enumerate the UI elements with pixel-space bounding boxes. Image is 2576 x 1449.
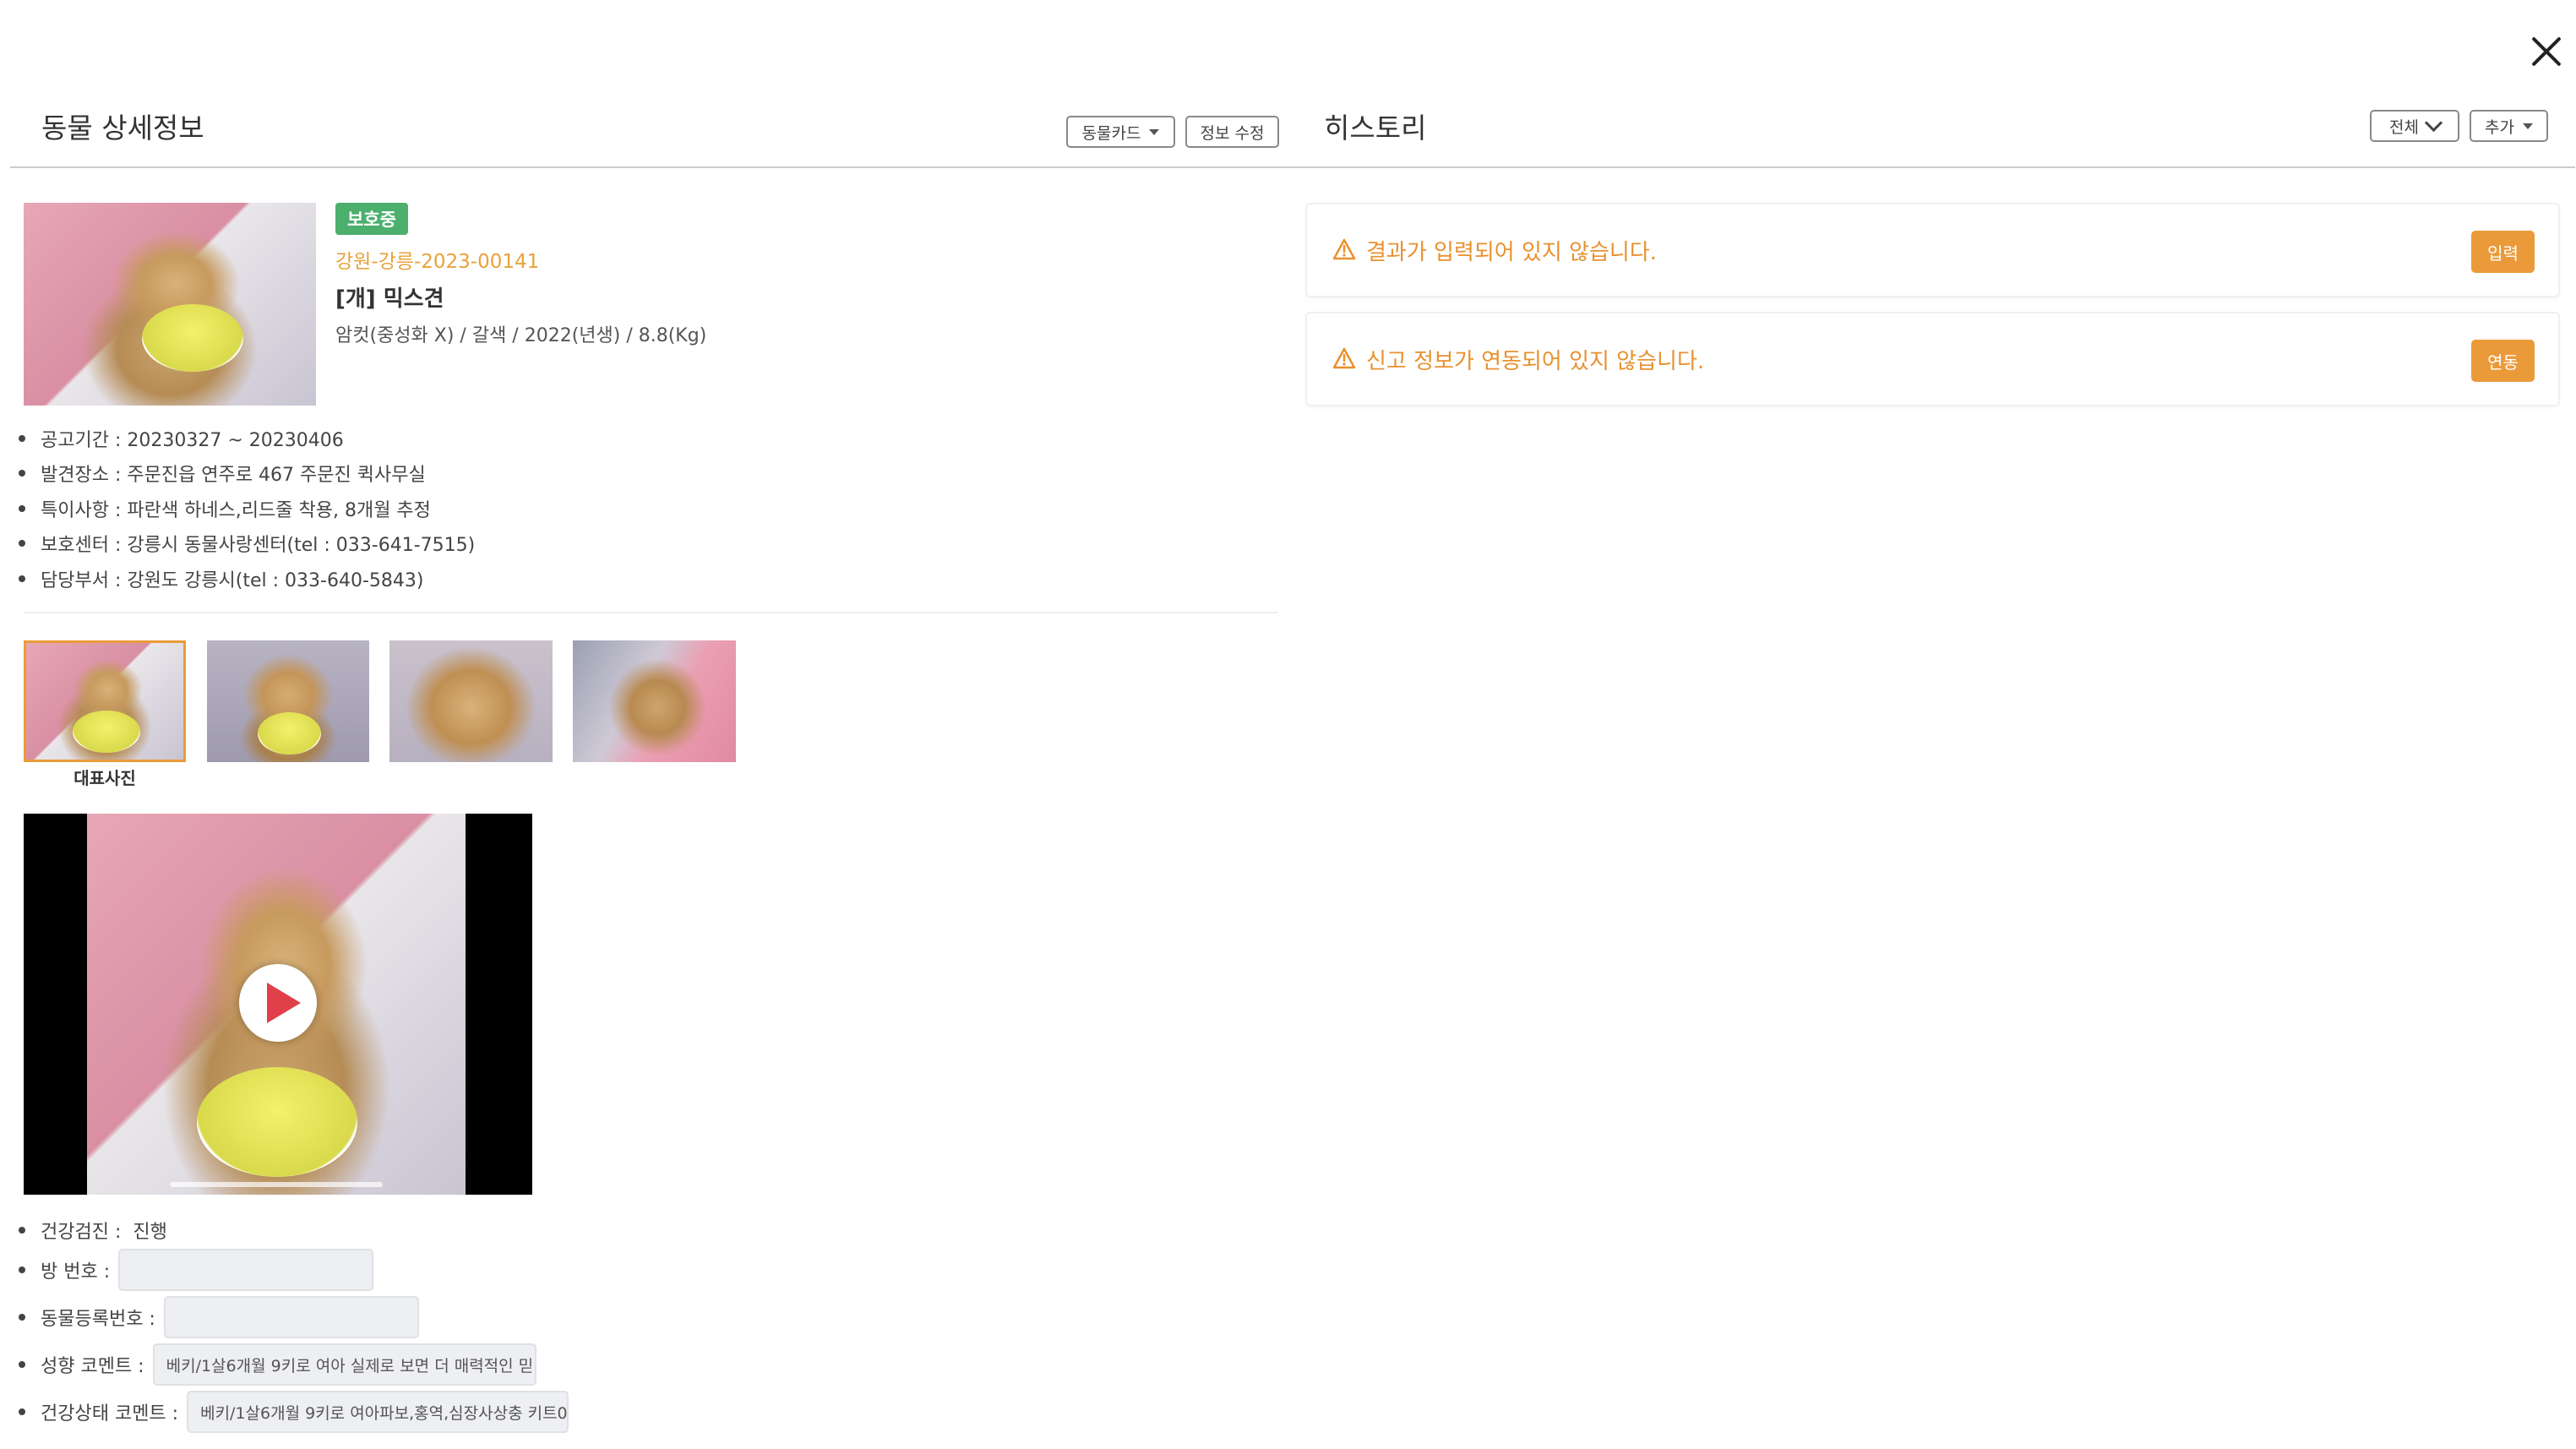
health-comment-field[interactable]: 베키/1살6개월 9키로 여아파보,홍역,심장사상충 키트0 <box>187 1391 569 1433</box>
health-check-row: 건강검진 : 진행 <box>19 1217 167 1244</box>
dog-image <box>573 640 736 762</box>
collar-graphic <box>73 711 140 753</box>
info-department: 담당부서 : 강원도 강릉시(tel : 033-640-5843) <box>19 561 475 596</box>
section-divider <box>24 612 1277 613</box>
bullet <box>19 1361 25 1368</box>
health-comment-label: 건강상태 코멘트 : <box>41 1403 179 1424</box>
main-animal-photo <box>24 203 316 406</box>
play-icon[interactable] <box>239 964 317 1042</box>
caret-down-icon <box>1149 128 1160 135</box>
info-notice-period: 공고기간 : 20230327 ~ 20230406 <box>19 421 475 456</box>
alert-message: 신고 정보가 연동되어 있지 않습니다. <box>1366 348 1705 374</box>
thumbnail-2[interactable] <box>207 640 369 762</box>
close-icon[interactable] <box>2530 35 2562 68</box>
representative-photo-label: 대표사진 <box>74 768 136 788</box>
collar-graphic <box>197 1067 357 1177</box>
info-special-notes: 특이사항 : 파란색 하네스,리드줄 착용, 8개월 추정 <box>19 491 475 526</box>
room-number-row: 방 번호 : <box>19 1248 374 1292</box>
info-found-place: 발견장소 : 주문진읍 연주로 467 주문진 퀵사무실 <box>19 456 475 492</box>
health-comment-row: 건강상태 코멘트 : 베키/1살6개월 9키로 여아파보,홍역,심장사상충 키트… <box>19 1390 569 1434</box>
registration-number-row: 동물등록번호 : <box>19 1295 419 1339</box>
dog-image <box>389 640 553 762</box>
registration-number: 강원-강릉-2023-00141 <box>335 251 540 273</box>
history-title: 히스토리 <box>1324 112 1427 144</box>
link-report-button[interactable]: 연동 <box>2471 340 2535 382</box>
add-history-label: 추가 <box>2485 117 2514 137</box>
status-badge: 보호중 <box>335 203 408 235</box>
video-progress-bar[interactable] <box>170 1182 383 1187</box>
animal-registration-field[interactable] <box>163 1296 419 1338</box>
collar-graphic <box>142 304 243 372</box>
bullet <box>19 1227 25 1234</box>
thumbnail-4[interactable] <box>573 640 736 762</box>
caret-down-icon <box>2522 123 2533 129</box>
warning-icon <box>1332 347 1356 369</box>
video-player[interactable] <box>24 814 532 1195</box>
bullet <box>19 1408 25 1415</box>
warning-icon <box>1332 238 1356 260</box>
alert-card-report: 신고 정보가 연동되어 있지 않습니다. 연동 <box>1305 312 2560 406</box>
animal-card-label: 동물카드 <box>1081 123 1141 143</box>
chevron-down-icon <box>2424 113 2443 133</box>
add-history-dropdown-button[interactable]: 추가 <box>2470 110 2548 142</box>
info-shelter: 보호센터 : 강릉시 동물사랑센터(tel : 033-641-7515) <box>19 526 475 562</box>
alert-card-result: 결과가 입력되어 있지 않습니다. 입력 <box>1305 203 2560 297</box>
animal-breed: [개] 믹스견 <box>335 286 444 312</box>
bullet <box>19 1267 25 1273</box>
temperament-label: 성향 코멘트 : <box>41 1356 144 1377</box>
animal-card-dropdown-button[interactable]: 동물카드 <box>1066 116 1175 148</box>
history-filter-select[interactable]: 전체 <box>2370 110 2459 142</box>
edit-info-button[interactable]: 정보 수정 <box>1185 116 1279 148</box>
health-check-label: 건강검진 : <box>41 1222 122 1243</box>
enter-result-button[interactable]: 입력 <box>2471 231 2535 273</box>
dog-image <box>24 203 316 406</box>
thumbnail-3[interactable] <box>389 640 553 762</box>
health-check-value: 진행 <box>133 1222 167 1243</box>
animal-registration-label: 동물등록번호 : <box>41 1309 155 1330</box>
header-divider <box>10 166 2575 168</box>
collar-graphic <box>258 712 321 754</box>
info-list: 공고기간 : 20230327 ~ 20230406 발견장소 : 주문진읍 연… <box>19 421 475 596</box>
temperament-comment-field[interactable]: 베키/1살6개월 9키로 여아 실제로 보면 더 매력적인 믿 <box>152 1343 536 1386</box>
animal-details: 암컷(중성화 X) / 갈색 / 2022(년생) / 8.8(Kg) <box>335 325 707 346</box>
room-number-label: 방 번호 : <box>41 1261 111 1283</box>
thumbnail-1-selected[interactable] <box>24 640 186 762</box>
history-filter-label: 전체 <box>2389 117 2419 137</box>
page-title: 동물 상세정보 <box>41 112 204 144</box>
bullet <box>19 1314 25 1321</box>
room-number-field[interactable] <box>118 1249 374 1291</box>
temperament-row: 성향 코멘트 : 베키/1살6개월 9키로 여아 실제로 보면 더 매력적인 믿 <box>19 1343 536 1386</box>
alert-message: 결과가 입력되어 있지 않습니다. <box>1366 239 1658 265</box>
